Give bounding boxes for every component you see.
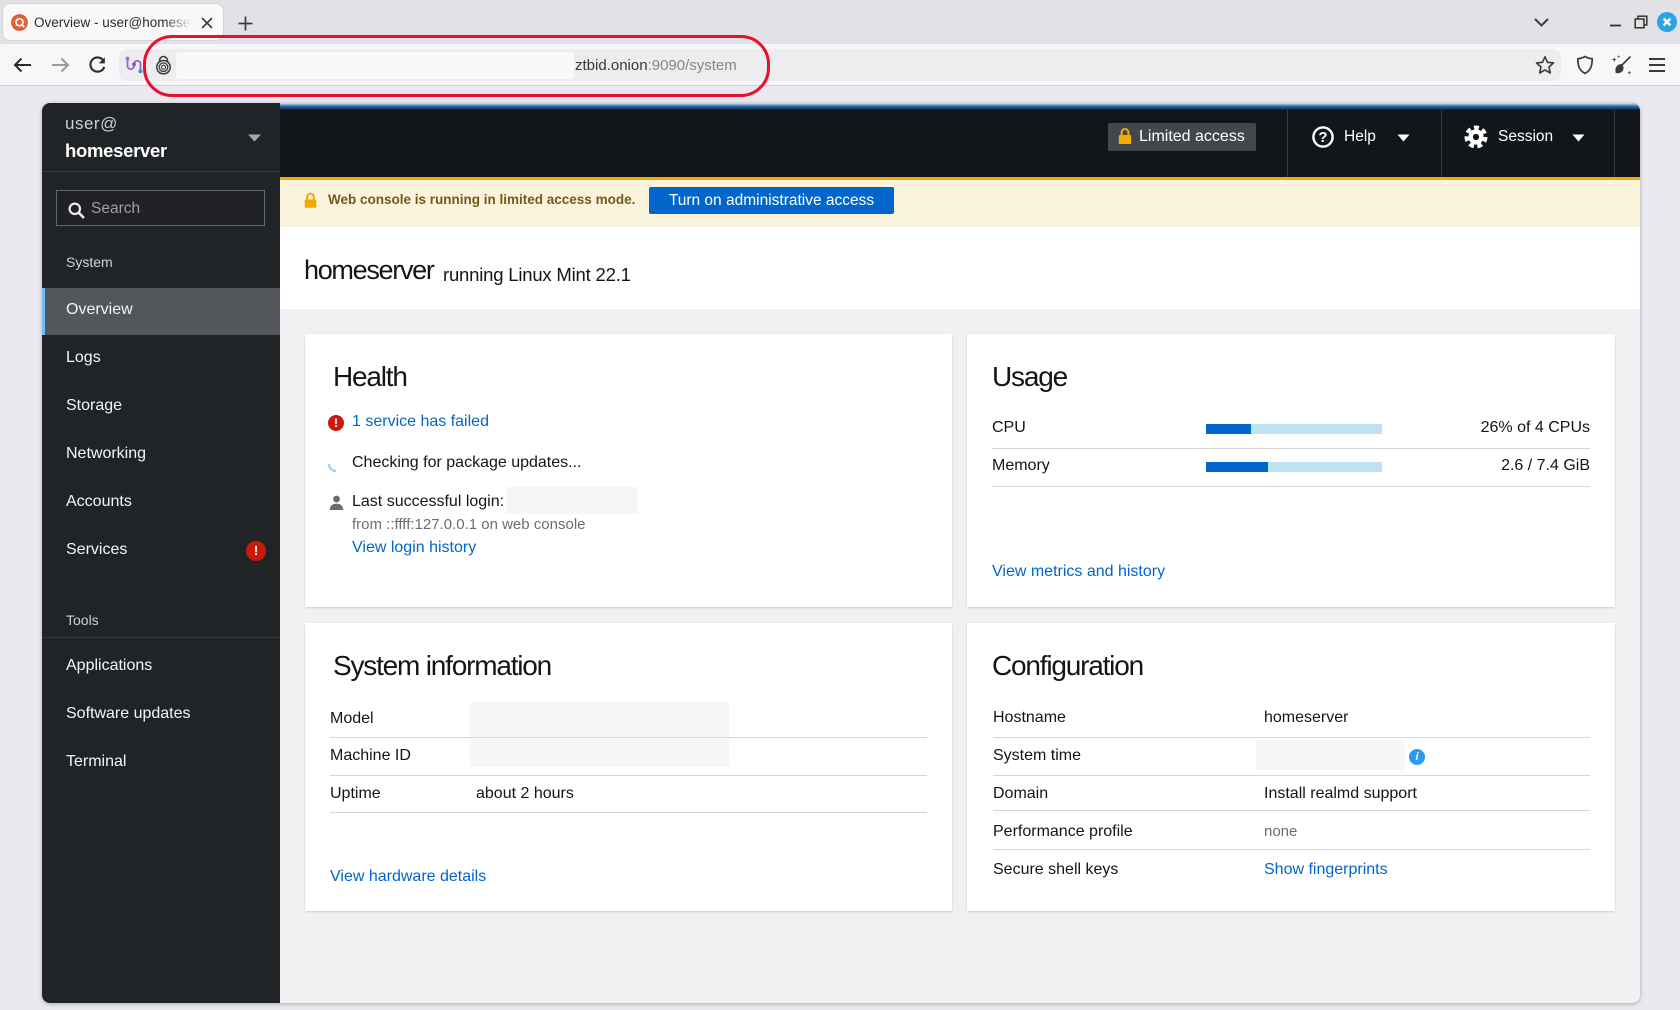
svg-text:?: ? (1318, 129, 1327, 146)
